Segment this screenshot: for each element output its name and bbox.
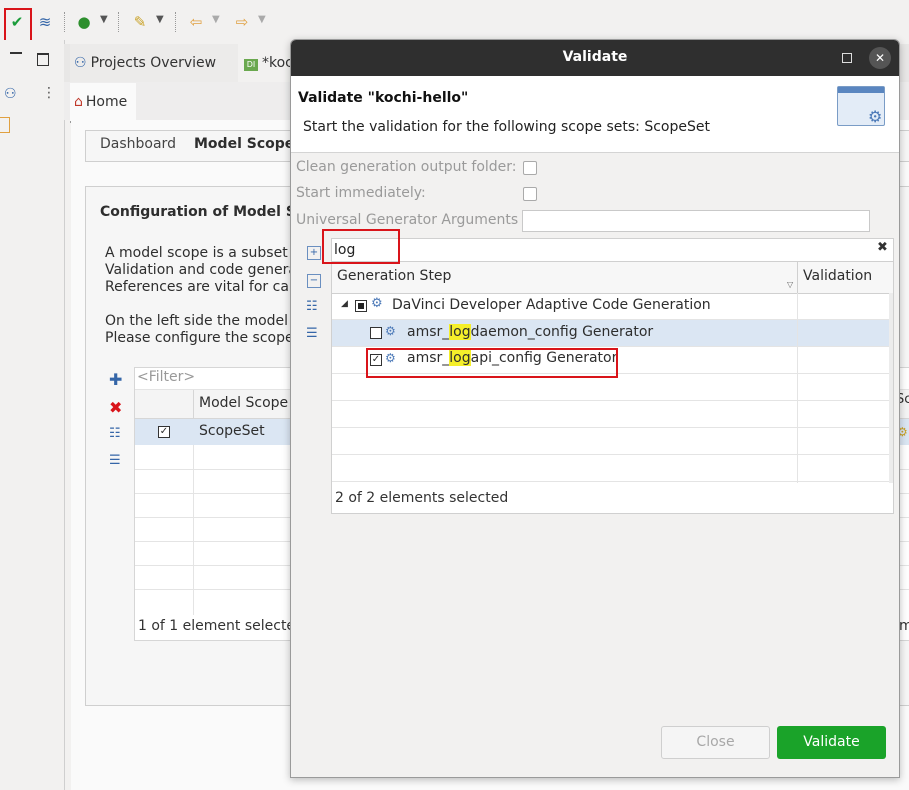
chevron-down-icon[interactable]: ▼ [156,14,164,25]
generator-args-label: Universal Generator Arguments [296,212,519,228]
vertical-scrollbar[interactable] [889,293,893,483]
toolbar-separator [175,12,177,32]
chevron-down-icon[interactable]: ▼ [258,14,266,25]
forward-arrow-icon[interactable]: ⇨ [232,12,252,32]
list-icon[interactable]: ☰ [109,453,121,468]
maximize-icon[interactable] [842,53,852,63]
subtab-model-scopes[interactable]: Model Scopes [194,136,303,152]
tree-status: 2 of 2 elements selected [335,490,509,506]
hierarchy-icon: ⚇ [74,55,87,71]
label-suffix: daemon_config Generator [470,324,654,340]
tree-root-label: DaVinci Developer Adaptive Code Generati… [392,297,711,313]
filter-icon[interactable]: ▽ [787,280,793,289]
clean-output-checkbox[interactable] [523,161,537,175]
toolbar-separator [118,12,120,32]
view-menu-icon[interactable]: ⋮ [42,85,56,101]
select-all-icon[interactable]: ☷ [306,299,318,314]
row-checkbox[interactable]: ✓ [158,426,170,438]
tree-item-label: amsr_logdaemon_config Generator [407,324,653,340]
home-icon: ⌂ [74,94,83,110]
minimize-icon[interactable] [10,52,22,54]
close-button[interactable]: Close [661,726,770,759]
annotation-box-item [366,348,618,378]
table-status: 1 of 1 element selected [138,618,304,634]
dialog-title: Validate [562,49,628,65]
start-immediately-label: Start immediately: [296,185,426,201]
editor-icon: DI [244,59,258,71]
annotation-box-search [322,229,400,264]
tab-label: *koc [262,55,293,71]
close-icon[interactable]: ✕ [869,47,891,69]
generator-args-input[interactable] [522,210,870,232]
tab-label: Home [85,94,128,110]
clean-output-label: Clean generation output folder: [296,159,517,175]
add-icon[interactable]: ✚ [109,370,122,389]
main-toolbar: ✔ ≋ ● ▼ ✎ ▼ ⇦ ▼ ⇨ ▼ [0,0,909,44]
back-arrow-icon[interactable]: ⇦ [186,12,206,32]
tab-label: Projects Overview [90,55,217,71]
description-line: Validation and code generat [105,262,303,278]
column-header-validation[interactable]: Validation [803,268,872,284]
delete-icon[interactable]: ✖ [109,398,122,417]
expand-list-icon[interactable]: ☷ [109,426,121,441]
chevron-down-icon[interactable]: ▼ [212,14,220,25]
maximize-icon[interactable] [37,53,49,66]
wizard-banner-icon: ⚙ [837,86,885,126]
tab-projects-overview[interactable]: ⚇ Projects Overview [70,44,238,82]
tree-row-item[interactable]: ⚙ amsr_logdaemon_config Generator [332,320,893,346]
clear-search-icon[interactable]: ✖ [877,240,888,255]
generator-group-icon: ⚙ [371,296,383,311]
partial-checkbox[interactable] [355,300,367,312]
expand-all-icon[interactable]: + [307,246,321,260]
item-checkbox[interactable] [370,327,382,339]
column-header-step[interactable]: Generation Step [337,268,451,284]
left-panel: ⚇ ⋮ [0,40,65,790]
config-title: Configuration of Model Sco [100,204,314,220]
tree-header: Generation Step ▽ Validation [332,261,893,294]
list-icon[interactable]: ☰ [306,326,318,341]
pin-icon[interactable]: ✎ [130,12,150,32]
generator-icon: ⚙ [385,324,396,338]
tree-row-root[interactable]: ◢ ⚙ DaVinci Developer Adaptive Code Gene… [332,293,893,319]
tree-node-icon[interactable] [0,117,10,133]
hierarchy-icon[interactable]: ⚇ [4,86,17,102]
subtab-dashboard[interactable]: Dashboard [100,136,176,152]
dialog-description: Start the validation for the following s… [303,119,710,135]
annotation-box-toolbar [4,8,32,44]
column-header[interactable]: Model Scope S [199,395,301,411]
tab-kochi[interactable]: DI *koc [238,44,298,82]
filter-input[interactable]: <Filter> [137,369,195,385]
expand-triangle-icon[interactable]: ◢ [341,299,348,309]
dialog-titlebar: Validate ✕ [291,40,899,76]
run-icon[interactable]: ● [74,12,94,32]
validate-dialog: Validate ✕ Validate "kochi-hello" Start … [290,39,900,778]
dialog-heading: Validate "kochi-hello" [298,90,469,106]
row-label: ScopeSet [199,423,265,439]
dialog-header: Validate "kochi-hello" Start the validat… [291,76,899,153]
description-line: References are vital for calc [105,279,301,295]
description-line: A model scope is a subset o [105,245,301,261]
tab-home[interactable]: ⌂ Home [70,83,136,123]
label-prefix: amsr_ [407,324,450,340]
toolbar-separator [64,12,66,32]
description-line: Please configure the scopes [105,330,301,346]
start-immediately-checkbox[interactable] [523,187,537,201]
validate-button[interactable]: Validate [777,726,886,759]
chevron-down-icon[interactable]: ▼ [100,14,108,25]
clipped-status: m [899,618,909,634]
layers-icon[interactable]: ≋ [35,12,55,32]
collapse-all-icon[interactable]: − [307,274,321,288]
search-highlight: log [449,324,471,340]
description-line: On the left side the model sc [105,313,308,329]
